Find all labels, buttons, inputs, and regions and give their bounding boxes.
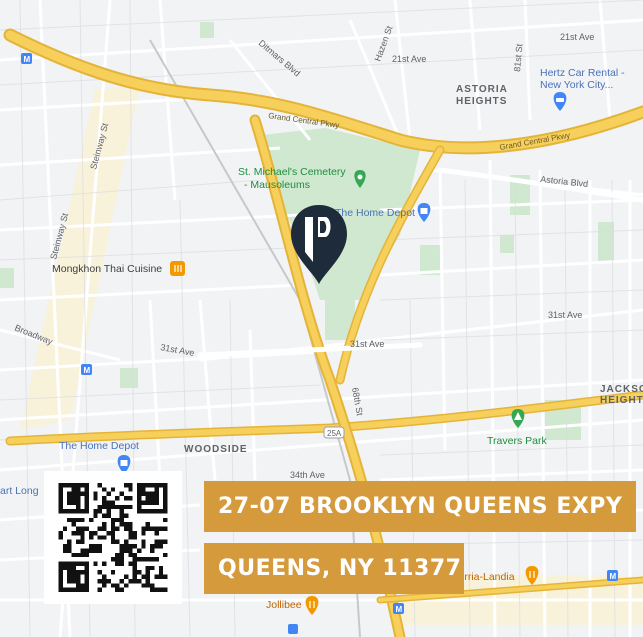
address-line-2: QUEENS, NY 11377 [204,543,464,594]
bus-icon[interactable] [288,624,298,634]
subway-icon[interactable]: M [21,53,32,64]
svg-text:M: M [610,572,617,581]
neighborhood-label: WOODSIDE [184,444,248,455]
restaurant-icon[interactable] [170,261,185,276]
poi-label-cemetery[interactable]: St. Michael's Cemetery [238,166,346,178]
subway-icon[interactable]: M [607,570,618,581]
street-label: 34th Ave [290,470,325,480]
street-label: 31st Ave [350,339,384,349]
poi-label-restaurant[interactable]: Mongkhon Thai Cuisine [52,263,162,275]
qr-code-card[interactable] [44,471,182,604]
subway-icon[interactable]: M [81,364,92,375]
address-line-1: 27-07 BROOKLYN QUEENS EXPY [204,481,636,532]
svg-text:M: M [24,55,31,64]
map-card: ASTORIA HEIGHTS WOODSIDE JACKSON HEIGHTS… [0,0,643,637]
svg-text:M: M [84,366,91,375]
route-shield: 25A [327,429,342,438]
qr-code-icon [58,483,168,592]
neighborhood-label: HEIGHTS [456,96,507,107]
poi-label-cemetery[interactable]: - Mausoleums [244,179,310,191]
neighborhood-label: JACKSON [600,384,643,395]
poi-label-park[interactable]: Travers Park [487,435,547,447]
poi-label-partial: art Long [0,485,39,497]
poi-label-restaurant[interactable]: Jollibee [266,599,302,611]
poi-label-car-rental[interactable]: Hertz Car Rental - [540,67,625,79]
svg-text:M: M [396,605,403,614]
street-label: 21st Ave [392,54,426,64]
street-label: 31st Ave [548,310,582,320]
neighborhood-label: HEIGHTS [600,395,643,406]
poi-label-home-depot[interactable]: The Home Depot [335,207,415,219]
neighborhood-label: ASTORIA [456,84,508,95]
street-label: 21st Ave [560,32,594,42]
poi-label-home-depot[interactable]: The Home Depot [59,440,139,452]
poi-label-car-rental[interactable]: New York City... [540,79,613,91]
subway-icon[interactable]: M [393,603,404,614]
